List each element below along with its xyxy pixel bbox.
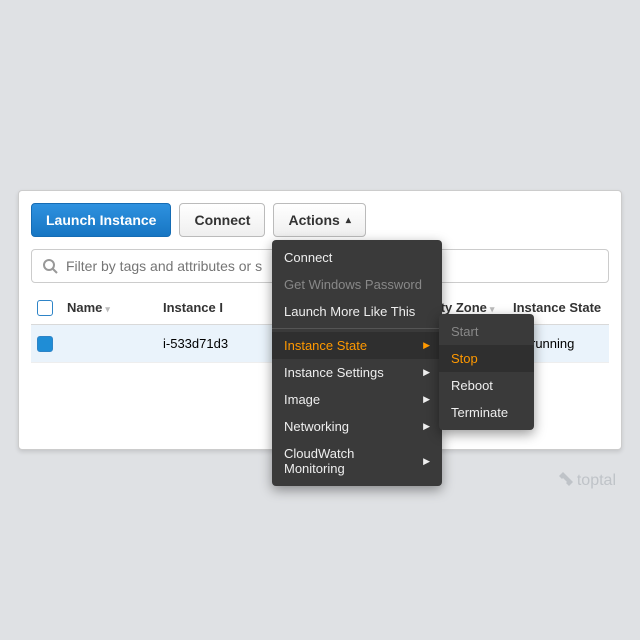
menu-item-get-windows-password: Get Windows Password: [272, 271, 442, 298]
col-name[interactable]: Name▾: [61, 291, 157, 324]
submenu-item-stop[interactable]: Stop: [439, 345, 534, 372]
chevron-right-icon: ▶: [423, 367, 430, 378]
connect-button[interactable]: Connect: [179, 203, 265, 237]
sort-icon: ▾: [105, 304, 110, 314]
actions-menu: ConnectGet Windows PasswordLaunch More L…: [272, 240, 442, 486]
row-checkbox[interactable]: [37, 336, 53, 352]
chevron-right-icon: ▶: [423, 340, 430, 351]
menu-item-launch-more-like-this[interactable]: Launch More Like This: [272, 298, 442, 325]
menu-item-cloudwatch-monitoring[interactable]: CloudWatch Monitoring▶: [272, 440, 442, 482]
chevron-right-icon: ▶: [423, 394, 430, 405]
chevron-right-icon: ▶: [423, 456, 430, 467]
actions-label: Actions: [288, 212, 339, 228]
menu-item-image[interactable]: Image▶: [272, 386, 442, 413]
chevron-right-icon: ▶: [423, 421, 430, 432]
actions-button[interactable]: Actions ▴: [273, 203, 365, 237]
submenu-item-reboot[interactable]: Reboot: [439, 372, 534, 399]
menu-item-instance-state[interactable]: Instance State▶: [272, 332, 442, 359]
sort-icon: ▾: [490, 304, 495, 314]
select-all-checkbox[interactable]: [37, 300, 53, 316]
submenu-item-start: Start: [439, 318, 534, 345]
submenu-item-terminate[interactable]: Terminate: [439, 399, 534, 426]
toolbar: Launch Instance Connect Actions ▴: [31, 203, 609, 237]
menu-separator: [272, 328, 442, 329]
launch-instance-button[interactable]: Launch Instance: [31, 203, 171, 237]
menu-item-connect[interactable]: Connect: [272, 244, 442, 271]
connect-label: Connect: [194, 212, 250, 228]
toptal-logo-icon: [559, 472, 573, 490]
menu-item-instance-settings[interactable]: Instance Settings▶: [272, 359, 442, 386]
menu-item-networking[interactable]: Networking▶: [272, 413, 442, 440]
instance-state-submenu: StartStopRebootTerminate: [439, 314, 534, 430]
ec2-panel: Launch Instance Connect Actions ▴ Name▾: [18, 190, 622, 449]
chevron-up-icon: ▴: [346, 215, 351, 226]
search-icon: [42, 258, 58, 274]
cell-name: [61, 325, 157, 363]
launch-instance-label: Launch Instance: [46, 212, 156, 228]
watermark: toptal: [559, 472, 616, 490]
